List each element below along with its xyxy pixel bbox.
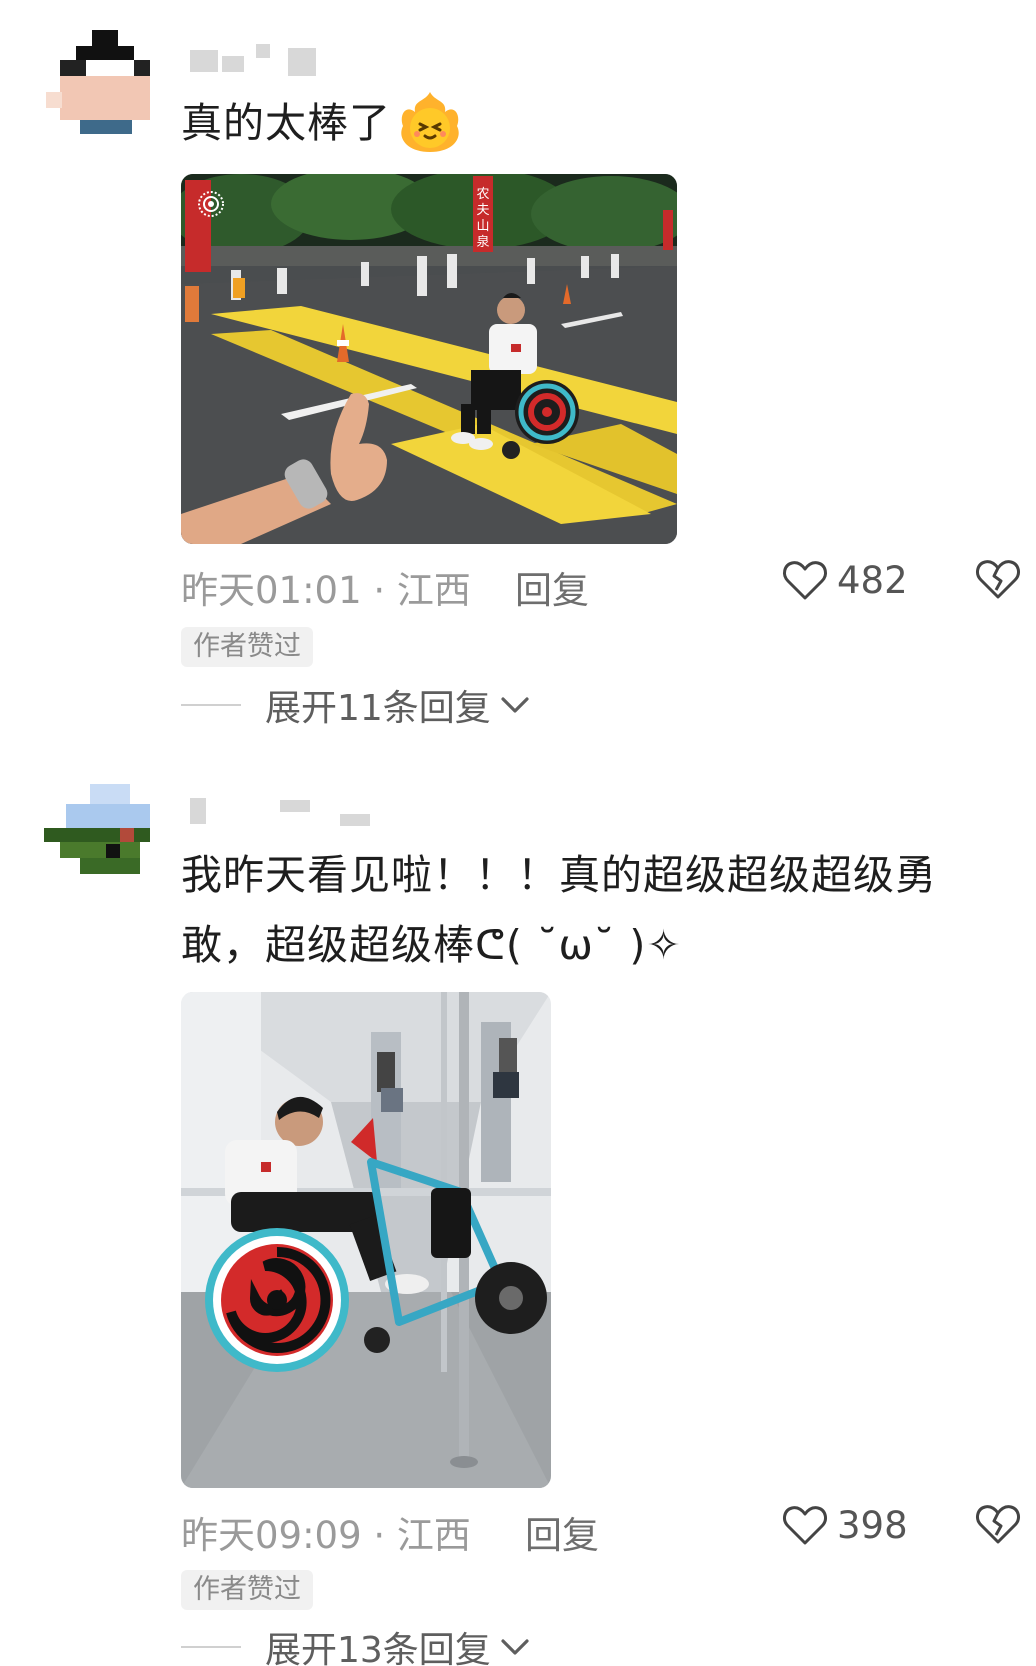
author-liked-badge: 作者赞过: [181, 627, 313, 667]
expand-replies-label: 展开13条回复: [265, 1630, 491, 1666]
expand-replies-button[interactable]: 展开11条回复: [181, 680, 531, 730]
chevron-down-icon: [501, 697, 529, 713]
heart-outline-icon: [783, 1506, 827, 1545]
username[interactable]: [190, 798, 390, 832]
comment-meta: 昨天09:09 · 江西 回复 398: [181, 1504, 1036, 1557]
comment-photo-subway[interactable]: [181, 992, 551, 1488]
comment-item: 真的太棒了 农 夫 山 泉 昨天01:01 · 江西 回复 482 作者赞过 展…: [0, 0, 1036, 740]
comment-photo-marathon[interactable]: 农 夫 山 泉: [181, 174, 677, 544]
like-button[interactable]: 482: [781, 556, 908, 604]
like-count: 398: [837, 1503, 908, 1547]
reply-button[interactable]: 回复: [515, 560, 589, 614]
chevron-down-icon: [501, 1639, 529, 1655]
expand-replies-label: 展开11条回复: [265, 688, 491, 729]
comment-timestamp: 昨天01:01 · 江西: [181, 569, 471, 612]
expand-replies-button[interactable]: 展开13条回复: [181, 1622, 531, 1666]
comment-text: 真的太棒了: [181, 88, 1016, 158]
svg-text:夫: 夫: [476, 203, 489, 218]
heart-outline-icon: [783, 561, 827, 600]
svg-text:山: 山: [476, 219, 489, 234]
broken-heart-icon: [976, 560, 1020, 599]
divider-line: [181, 1646, 241, 1648]
like-button[interactable]: 398: [781, 1501, 908, 1549]
dislike-button[interactable]: [973, 1499, 1023, 1549]
comment-meta: 昨天01:01 · 江西 回复 482: [181, 559, 1036, 612]
avatar[interactable]: [46, 30, 162, 142]
avatar[interactable]: [44, 784, 162, 896]
reply-button[interactable]: 回复: [525, 1505, 599, 1559]
comment-item: 我昨天看见啦！！！真的超级超级超级勇敢，超级超级棒ᕦ( ˘ω˘ )✧ 昨天09:…: [0, 770, 1036, 1666]
comment-timestamp: 昨天09:09 · 江西: [181, 1514, 471, 1557]
fire-face-emoji: [395, 90, 465, 154]
svg-text:泉: 泉: [476, 234, 489, 250]
comment-text: 我昨天看见啦！！！真的超级超级超级勇敢，超级超级棒ᕦ( ˘ω˘ )✧: [181, 851, 937, 969]
username[interactable]: [190, 44, 390, 78]
author-liked-badge: 作者赞过: [181, 1570, 313, 1610]
broken-heart-icon: [976, 1505, 1020, 1544]
like-count: 482: [837, 558, 908, 602]
dislike-button[interactable]: [973, 554, 1023, 604]
divider-line: [181, 704, 241, 706]
comment-text-content: 真的太棒了: [181, 99, 391, 147]
banner-sign: 农: [476, 187, 489, 202]
